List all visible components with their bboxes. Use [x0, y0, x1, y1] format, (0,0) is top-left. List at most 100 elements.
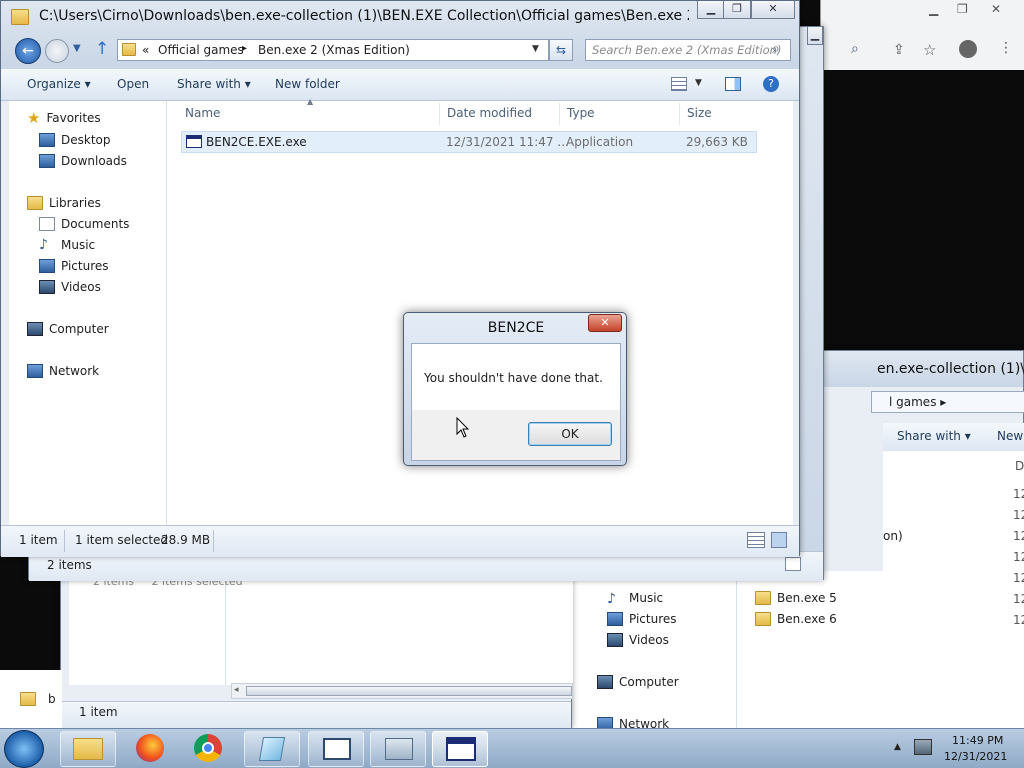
search-icon[interactable]: ⌕ — [851, 41, 859, 57]
maximize-button[interactable]: ❐ — [723, 1, 751, 19]
column-name[interactable]: Name — [185, 106, 220, 120]
up-arrow-icon[interactable]: ↑ — [95, 39, 109, 59]
nav-videos[interactable]: Videos — [39, 280, 101, 294]
application-icon — [446, 737, 476, 761]
taskbar-chrome[interactable] — [182, 731, 238, 767]
share-icon[interactable]: ⇪ — [893, 42, 905, 58]
computer-icon — [597, 675, 613, 689]
table-row[interactable]: BEN2CE.EXE.exe 12/31/2021 11:47 ... Appl… — [181, 131, 757, 153]
share-with-button[interactable]: Share with ▾ — [177, 77, 251, 91]
scroll-thumb[interactable] — [246, 686, 572, 696]
nav-pictures[interactable]: Pictures — [607, 612, 677, 626]
more-icon[interactable]: ⋮ — [999, 40, 1013, 56]
search-box[interactable]: Search Ben.exe 2 (Xmas Edition) ⌕ — [585, 39, 791, 61]
close-icon[interactable]: ✕ — [991, 2, 1001, 16]
view-options-icon[interactable] — [671, 77, 687, 91]
nav-music[interactable]: ♪ Music — [607, 591, 663, 607]
search-input[interactable]: Search Ben.exe 2 (Xmas Edition) — [592, 43, 781, 57]
folder-item[interactable]: Ben.exe 6 — [755, 612, 837, 626]
column-type[interactable]: Type — [567, 106, 595, 120]
folder-icon — [755, 612, 771, 626]
message-dialog: BEN2CE ✕ You shouldn't have done that. O… — [403, 312, 627, 466]
file-type: Application — [566, 135, 634, 149]
taskbar-ben2ce[interactable] — [432, 731, 488, 767]
breadcrumb-separator[interactable]: ▸ — [242, 43, 247, 54]
date-cell: 12 — [1013, 613, 1024, 627]
show-hidden-icons[interactable]: ▲ — [894, 742, 901, 752]
downloads-icon — [39, 154, 55, 168]
view-dropdown-icon[interactable]: ▼ — [695, 78, 702, 88]
recent-pages-icon[interactable]: ▼ — [73, 43, 81, 54]
star-icon[interactable]: ☆ — [923, 41, 936, 59]
chrome-icon — [194, 734, 222, 762]
nav-favorites[interactable]: ★ Favorites — [27, 111, 101, 126]
address-dropdown-icon[interactable]: ▼ — [532, 44, 539, 54]
address-bar[interactable]: « Official games ▸ Ben.exe 2 (Xmas Editi… — [117, 39, 549, 61]
breadcrumb-ben-exe-2[interactable]: Ben.exe 2 (Xmas Edition) — [258, 43, 410, 57]
column-size[interactable]: Size — [687, 106, 712, 120]
taskbar-window-app[interactable] — [308, 731, 364, 767]
taskbar-notepad[interactable] — [244, 731, 300, 767]
partial-name: on) — [883, 529, 903, 543]
window-app-icon — [323, 738, 351, 760]
pictures-icon — [607, 612, 623, 626]
search-icon[interactable]: ⌕ — [772, 41, 780, 57]
pictures-icon — [39, 259, 55, 273]
minimize-button[interactable]: ▁ — [807, 27, 823, 45]
videos-icon — [607, 633, 623, 647]
network-tray-icon[interactable] — [914, 739, 932, 755]
column-date[interactable]: Da — [1015, 459, 1024, 473]
clock-date[interactable]: 12/31/2021 — [944, 750, 1007, 763]
taskbar-firefox[interactable] — [124, 731, 180, 767]
nav-computer[interactable]: Computer — [597, 675, 679, 689]
column-date-modified[interactable]: Date modified — [447, 106, 532, 120]
folder-icon — [755, 591, 771, 605]
nav-documents[interactable]: Documents — [39, 217, 129, 231]
large-icons-view-icon[interactable] — [771, 532, 787, 548]
network-icon — [27, 364, 43, 378]
music-icon: ♪ — [39, 237, 48, 253]
minimize-button[interactable]: ▁ — [697, 1, 725, 19]
nav-network[interactable]: Network — [27, 364, 99, 378]
open-button[interactable]: Open — [117, 77, 149, 91]
new-folder-button[interactable]: New — [997, 429, 1023, 443]
refresh-button[interactable]: ⇆ — [549, 39, 573, 61]
details-view-icon[interactable] — [785, 557, 801, 571]
date-cell: 12 — [1013, 571, 1024, 585]
desktop-item-label[interactable]: b — [48, 692, 56, 706]
folder-item[interactable]: Ben.exe 5 — [755, 591, 837, 605]
nav-music[interactable]: ♪ Music — [39, 238, 95, 252]
avatar-icon[interactable] — [959, 40, 977, 58]
date-cell: 12 — [1013, 550, 1024, 564]
clock-time[interactable]: 11:49 PM — [952, 734, 1003, 747]
nav-computer[interactable]: Computer — [27, 322, 109, 336]
breadcrumb-official-games[interactable]: Official games — [158, 43, 244, 57]
file-date: 12/31/2021 11:47 ... — [446, 135, 569, 149]
new-folder-button[interactable]: New folder — [275, 77, 340, 91]
help-icon[interactable]: ? — [763, 76, 779, 92]
forward-button[interactable] — [45, 39, 69, 63]
breadcrumb-prefix[interactable]: « — [142, 43, 149, 57]
back-button[interactable]: ← — [15, 38, 41, 64]
nav-libraries[interactable]: Libraries — [27, 196, 101, 210]
nav-desktop[interactable]: Desktop — [39, 133, 111, 147]
details-view-icon[interactable] — [747, 532, 765, 548]
maximize-icon[interactable]: ❐ — [957, 2, 968, 16]
breadcrumb[interactable]: l games ▸ — [889, 395, 946, 409]
organize-button[interactable]: Organize ▾ — [27, 77, 91, 91]
close-button[interactable]: ✕ — [751, 1, 795, 19]
horizontal-scrollbar[interactable]: ◂ — [231, 683, 573, 699]
nav-downloads[interactable]: Downloads — [39, 154, 127, 168]
ok-button[interactable]: OK — [528, 422, 612, 446]
scroll-left-icon[interactable]: ◂ — [234, 685, 239, 695]
start-button[interactable] — [4, 730, 44, 768]
minimize-icon[interactable]: ▁ — [929, 2, 938, 16]
taskbar-task-manager[interactable] — [370, 731, 426, 767]
share-with-button[interactable]: Share with ▾ — [897, 429, 971, 443]
taskbar-explorer[interactable] — [60, 731, 116, 767]
nav-videos[interactable]: Videos — [607, 633, 669, 647]
nav-pictures[interactable]: Pictures — [39, 259, 109, 273]
firefox-icon — [136, 734, 164, 762]
dialog-close-button[interactable]: ✕ — [588, 314, 622, 332]
preview-pane-icon[interactable] — [725, 77, 741, 91]
